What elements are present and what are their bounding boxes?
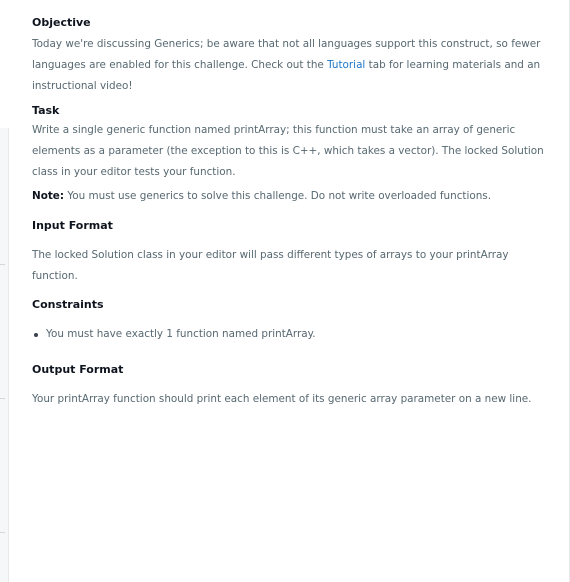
problem-statement: Objective Today we're discussing Generic…	[32, 14, 547, 410]
task-text: Write a single generic function named pr…	[32, 124, 544, 178]
output-format-text: Your printArray function should print ea…	[32, 393, 532, 405]
problem-description-panel: Objective Today we're discussing Generic…	[0, 0, 570, 582]
input-format-text: The locked Solution class in your editor…	[32, 249, 509, 282]
gutter-tick	[0, 398, 5, 399]
bullet-icon	[34, 333, 38, 337]
task-note: Note: You must use generics to solve thi…	[32, 186, 547, 207]
constraints-heading: Constraints	[32, 298, 104, 311]
constraints-list: You must have exactly 1 function named p…	[32, 324, 547, 345]
constraint-item: You must have exactly 1 function named p…	[32, 324, 547, 345]
constraint-text: You must have exactly 1 function named p…	[46, 328, 316, 340]
note-text: You must use generics to solve this chal…	[64, 190, 492, 202]
gutter-tick	[0, 532, 5, 533]
objective-text: Today we're discussing Generics; be awar…	[32, 34, 547, 97]
editor-gutter	[0, 128, 9, 582]
task-heading: Task	[32, 104, 60, 117]
input-format-heading: Input Format	[32, 219, 113, 232]
output-format-heading: Output Format	[32, 363, 124, 376]
note-label: Note:	[32, 190, 65, 202]
tutorial-link[interactable]: Tutorial	[327, 59, 365, 71]
gutter-tick	[0, 264, 5, 265]
objective-heading: Objective	[32, 16, 91, 29]
